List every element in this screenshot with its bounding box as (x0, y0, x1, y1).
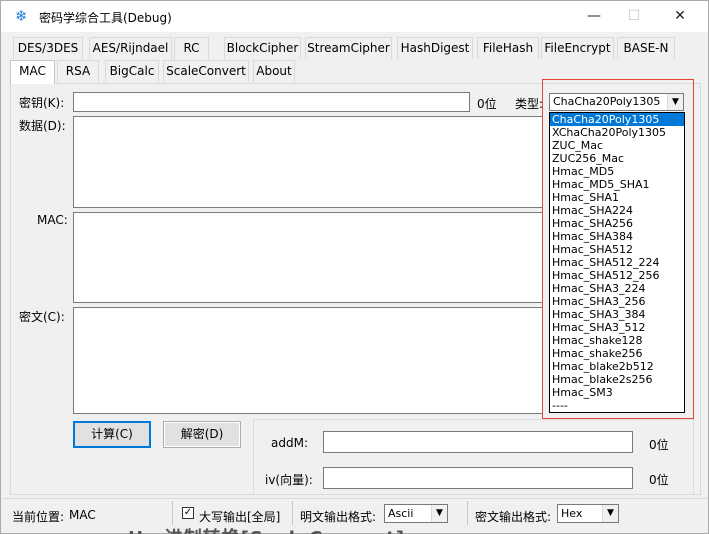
type-option[interactable]: Hmac_SHA224 (550, 204, 684, 217)
window-title: 密码学综合工具(Debug) (39, 11, 172, 25)
addm-label: addM: (271, 436, 308, 450)
tab-bigcalc[interactable]: BigCalc (105, 60, 159, 82)
addm-input[interactable] (323, 431, 633, 453)
location-label: 当前位置: (12, 510, 65, 524)
tab-fileencrypt[interactable]: FileEncrypt (541, 37, 614, 59)
data-textarea[interactable] (73, 116, 543, 208)
title-bar[interactable]: ❄ 密码学综合工具(Debug) — ☐ ✕ (1, 1, 708, 32)
type-option[interactable]: ZUC_Mac (550, 139, 684, 152)
background-window-text: Ho 进制转换[ScaleConvert] (128, 524, 405, 534)
type-dropdown-list[interactable]: ChaCha20Poly1305 XChaCha20Poly1305 ZUC_Mac… (549, 112, 685, 413)
type-option[interactable]: Hmac_SHA1 (550, 191, 684, 204)
type-option[interactable]: Hmac_SHA512_224 (550, 256, 684, 269)
key-label: 密钥(K): (19, 96, 65, 110)
uppercase-checkbox[interactable]: ✓ (182, 507, 194, 519)
type-option[interactable]: Hmac_SHA256 (550, 217, 684, 230)
tab-des-3des[interactable]: DES/3DES (13, 37, 83, 59)
type-option[interactable]: Hmac_SHA3_512 (550, 321, 684, 334)
tab-aes-rijndael[interactable]: AES/Rijndael (89, 37, 172, 59)
type-option[interactable]: Hmac_MD5 (550, 165, 684, 178)
cipher-format-label: 密文输出格式: (475, 510, 552, 524)
type-option[interactable]: Hmac_blake2s256 (550, 373, 684, 386)
iv-label: iv(向量): (265, 473, 313, 487)
type-option[interactable]: XChaCha20Poly1305 (550, 126, 684, 139)
cipher-format-value: Hex (561, 507, 583, 520)
type-option[interactable]: Hmac_shake128 (550, 334, 684, 347)
type-option[interactable]: Hmac_SHA3_224 (550, 282, 684, 295)
app-window: ❄ 密码学综合工具(Debug) — ☐ ✕ DES/3DES AES/Rijn… (0, 0, 709, 534)
mac-label: MAC: (37, 213, 68, 227)
type-selected-value: ChaCha20Poly1305 (553, 95, 661, 108)
addm-bits-count: 0位 (649, 438, 669, 452)
tab-streamcipher[interactable]: StreamCipher (305, 37, 392, 59)
type-option[interactable]: ---- (550, 399, 684, 412)
cipher-textarea[interactable] (73, 307, 543, 414)
type-option[interactable]: Hmac_SHA512_256 (550, 269, 684, 282)
chevron-down-icon[interactable]: ▼ (431, 505, 447, 522)
tab-rc[interactable]: RC (174, 37, 209, 59)
type-option[interactable]: Hmac_shake256 (550, 347, 684, 360)
type-option[interactable]: Hmac_blake2b512 (550, 360, 684, 373)
cipher-label: 密文(C): (19, 310, 65, 324)
tab-blockcipher[interactable]: BlockCipher (224, 37, 301, 59)
type-option[interactable]: Hmac_SM3 (550, 386, 684, 399)
decrypt-button[interactable]: 解密(D) (163, 421, 241, 448)
type-select[interactable]: ChaCha20Poly1305 ▼ (549, 93, 684, 111)
type-option[interactable]: Hmac_SHA384 (550, 230, 684, 243)
location-value: MAC (69, 508, 96, 522)
compute-button[interactable]: 计算(C) (73, 421, 151, 448)
tab-about[interactable]: About (253, 60, 295, 82)
mac-textarea[interactable] (73, 212, 543, 303)
cipher-format-select[interactable]: Hex ▼ (557, 504, 619, 523)
type-option[interactable]: Hmac_SHA3_384 (550, 308, 684, 321)
status-separator (467, 501, 468, 525)
key-input[interactable] (73, 92, 470, 112)
snowflake-icon: ❄ (15, 7, 28, 25)
type-option[interactable]: Hmac_SHA3_256 (550, 295, 684, 308)
plain-format-value: Ascii (388, 507, 414, 520)
key-bits-count: 0位 (477, 97, 497, 111)
chevron-down-icon[interactable]: ▼ (602, 505, 618, 522)
tab-scaleconvert[interactable]: ScaleConvert (163, 60, 249, 82)
status-bar: 当前位置: MAC ✓ 大写输出[全局] 明文输出格式: Ascii ▼ 密文输… (2, 498, 708, 526)
plain-format-select[interactable]: Ascii ▼ (384, 504, 448, 523)
tab-base-n[interactable]: BASE-N (617, 37, 675, 59)
close-button[interactable]: ✕ (657, 3, 703, 29)
iv-input[interactable] (323, 467, 633, 489)
type-option[interactable]: ChaCha20Poly1305 (550, 113, 684, 126)
type-option[interactable]: Hmac_SHA512 (550, 243, 684, 256)
tab-mac[interactable]: MAC (10, 60, 55, 84)
iv-bits-count: 0位 (649, 473, 669, 487)
status-separator (292, 501, 293, 525)
type-label: 类型: (515, 97, 544, 111)
data-label: 数据(D): (19, 119, 66, 133)
tab-filehash[interactable]: FileHash (477, 37, 539, 59)
chevron-down-icon[interactable]: ▼ (667, 94, 683, 110)
tab-rsa[interactable]: RSA (57, 60, 99, 82)
maximize-button[interactable]: ☐ (611, 3, 657, 29)
plain-format-label: 明文输出格式: (300, 510, 377, 524)
status-separator (172, 501, 173, 525)
type-option[interactable]: ZUC256_Mac (550, 152, 684, 165)
tab-hashdigest[interactable]: HashDigest (397, 37, 473, 59)
type-option[interactable]: Hmac_MD5_SHA1 (550, 178, 684, 191)
uppercase-label: 大写输出[全局] (199, 510, 281, 524)
